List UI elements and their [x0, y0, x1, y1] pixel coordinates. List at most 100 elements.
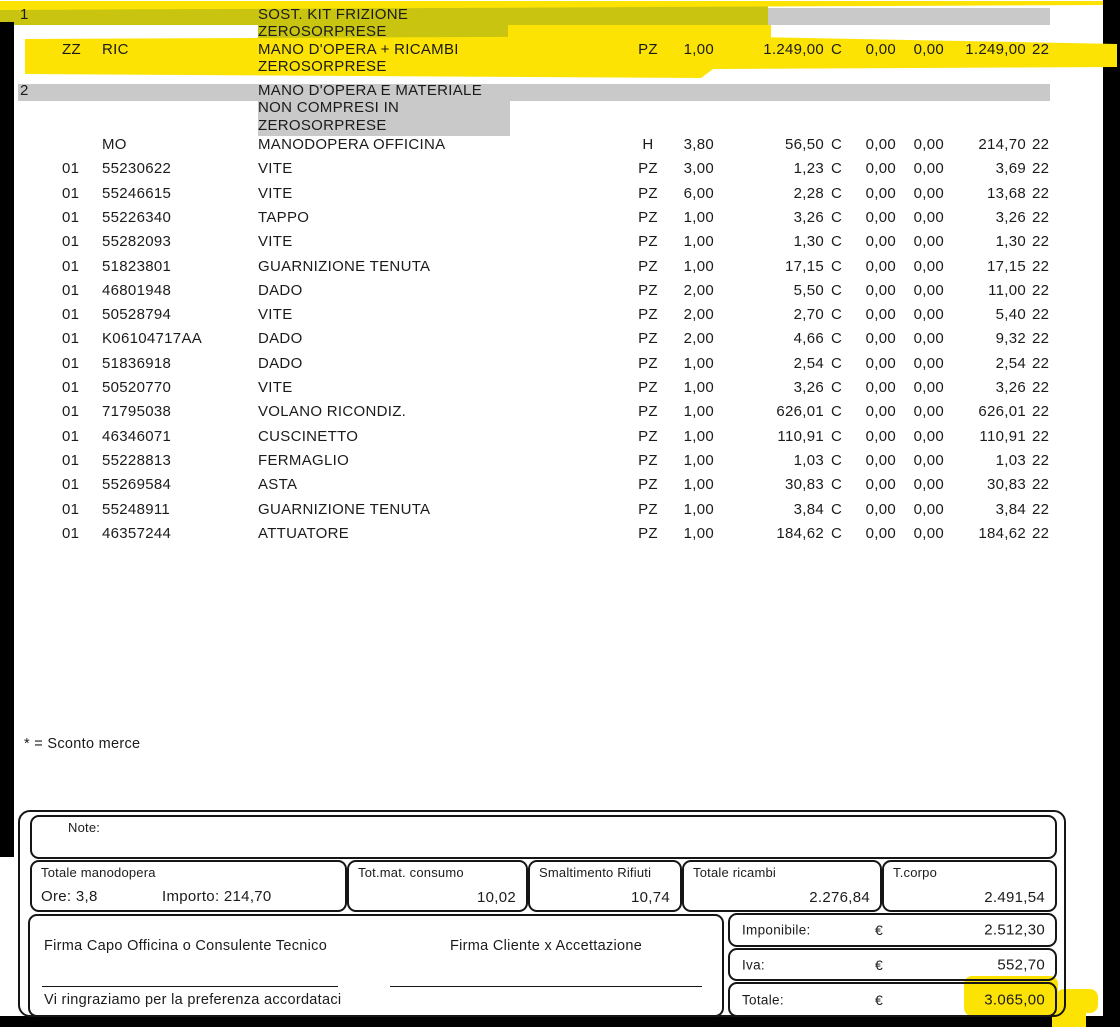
table-row: MOMANODOPERA OFFICINAH3,8056,50C0,000,00…	[0, 133, 1120, 157]
thanks-text: Vi ringraziamo per la preferenza accorda…	[44, 992, 341, 1008]
cell-code: 50520770	[102, 376, 171, 400]
table-row: 01K06104717AADADOPZ2,004,66C0,000,009,32…	[0, 327, 1120, 351]
cell-desc: ATTUATORE	[258, 522, 349, 546]
cell-d1: 0,00	[846, 206, 896, 230]
cell-flag: C	[831, 498, 842, 522]
cell-amt: 1,30	[936, 230, 1026, 254]
cell-d1: 0,00	[846, 133, 896, 157]
cell-flag: C	[831, 255, 842, 279]
table-row: 0151836918DADOPZ1,002,54C0,000,002,5422	[0, 352, 1120, 376]
cell-price: 3,84	[734, 498, 824, 522]
signature-line-officina	[42, 986, 338, 987]
cell-d1: 0,00	[846, 522, 896, 546]
cell-price: 1,30	[734, 230, 824, 254]
cell-vat: 22	[1032, 400, 1049, 424]
totale-box: Totale: € 3.065,00	[728, 982, 1057, 1017]
cell-price: 110,91	[734, 425, 824, 449]
table-row: 0171795038VOLANO RICONDIZ.PZ1,00626,01C0…	[0, 400, 1120, 424]
totale-value: 3.065,00	[984, 991, 1045, 1008]
cell-d1: 0,00	[846, 352, 896, 376]
cell-price: 184,62	[734, 522, 824, 546]
cell-price: 30,83	[734, 473, 824, 497]
cell-code: 55282093	[102, 230, 171, 254]
cell-d1: 0,00	[846, 303, 896, 327]
cell-price: 17,15	[734, 255, 824, 279]
totale-label: Totale:	[742, 992, 784, 1007]
cell-desc: VITE	[258, 182, 293, 206]
ore-value: Ore: 3,8	[41, 888, 98, 905]
cell-code: 55246615	[102, 182, 171, 206]
cell-desc: VOLANO RICONDIZ.	[258, 400, 406, 424]
cell-qty: 3,80	[664, 133, 714, 157]
cell-code: 51823801	[102, 255, 171, 279]
signature-box: Firma Capo Officina o Consulente Tecnico…	[28, 914, 724, 1017]
section2-desc-line2: NON COMPRESI IN	[258, 99, 399, 116]
cell-flag: C	[831, 41, 842, 59]
cell-vat: 22	[1032, 182, 1049, 206]
cell-qty: 6,00	[664, 182, 714, 206]
cell-flag: C	[831, 303, 842, 327]
cell-price: 1,03	[734, 449, 824, 473]
totale-manodopera-label: Totale manodopera	[41, 865, 156, 880]
table-row: 0151823801GUARNIZIONE TENUTAPZ1,0017,15C…	[0, 255, 1120, 279]
cell-vat: 22	[1032, 279, 1049, 303]
cell-vat: 22	[1032, 498, 1049, 522]
cell-code: K06104717AA	[102, 327, 202, 351]
cell-amt: 626,01	[936, 400, 1026, 424]
cell-d1: 0,00	[846, 449, 896, 473]
cell-vat: 22	[1032, 230, 1049, 254]
cell-flag: C	[831, 279, 842, 303]
cell-qty: 2,00	[664, 303, 714, 327]
cell-desc: GUARNIZIONE TENUTA	[258, 255, 430, 279]
cell-amt: 3,69	[936, 157, 1026, 181]
totale-manodopera-box: Totale manodopera Ore: 3,8 Importo: 214,…	[30, 860, 347, 912]
cell-desc: ASTA	[258, 473, 297, 497]
tot-mat-consumo-box: Tot.mat. consumo 10,02	[347, 860, 528, 912]
cell-price: 3,26	[734, 206, 824, 230]
cell-code: MO	[102, 133, 127, 157]
cell-desc: VITE	[258, 230, 293, 254]
cell-code: 50528794	[102, 303, 171, 327]
cell-amt: 9,32	[936, 327, 1026, 351]
euro-sign: €	[875, 957, 883, 973]
table-row: 0146801948DADOPZ2,005,50C0,000,0011,0022	[0, 279, 1120, 303]
cell-vat: 22	[1032, 425, 1049, 449]
smaltimento-box: Smaltimento Rifiuti 10,74	[528, 860, 682, 912]
iva-label: Iva:	[742, 957, 765, 972]
tot-mat-consumo-value: 10,02	[477, 889, 516, 906]
iva-box: Iva: € 552,70	[728, 948, 1057, 981]
imponibile-box: Imponibile: € 2.512,30	[728, 913, 1057, 947]
cell-amt: 214,70	[936, 133, 1026, 157]
cell-pre: 01	[62, 327, 79, 351]
cell-code: 46346071	[102, 425, 171, 449]
cell-pre: 01	[62, 157, 79, 181]
cell-price: 5,50	[734, 279, 824, 303]
cell-d1: 0,00	[846, 157, 896, 181]
signature-line-cliente	[390, 986, 702, 987]
cell-amt: 5,40	[936, 303, 1026, 327]
firma-cliente-label: Firma Cliente x Accettazione	[450, 938, 642, 954]
cell-code: 51836918	[102, 352, 171, 376]
cell-vat: 22	[1032, 133, 1049, 157]
cell-pre: 01	[62, 400, 79, 424]
cell-pre: 01	[62, 425, 79, 449]
cell-flag: C	[831, 473, 842, 497]
t-corpo-label: T.corpo	[893, 865, 937, 880]
cell-d1: 0,00	[846, 279, 896, 303]
cell-qty: 2,00	[664, 279, 714, 303]
cell-pre: 01	[62, 522, 79, 546]
cell-amt: 13,68	[936, 182, 1026, 206]
cell-qty: 3,00	[664, 157, 714, 181]
table-row: 0155226340TAPPOPZ1,003,26C0,000,003,2622	[0, 206, 1120, 230]
table-row-zz: ZZ RIC PZ 1,00 1.249,00 C 0,00 0,00 1.24…	[0, 41, 1120, 59]
cell-pre: 01	[62, 352, 79, 376]
cell-price: 1,23	[734, 157, 824, 181]
totale-ricambi-box: Totale ricambi 2.276,84	[682, 860, 882, 912]
cell-code: 71795038	[102, 400, 171, 424]
euro-sign: €	[875, 922, 883, 938]
cell-flag: C	[831, 352, 842, 376]
importo-value: Importo: 214,70	[162, 888, 272, 905]
cell-desc: VITE	[258, 157, 293, 181]
cell-amt: 30,83	[936, 473, 1026, 497]
smaltimento-value: 10,74	[631, 889, 670, 906]
